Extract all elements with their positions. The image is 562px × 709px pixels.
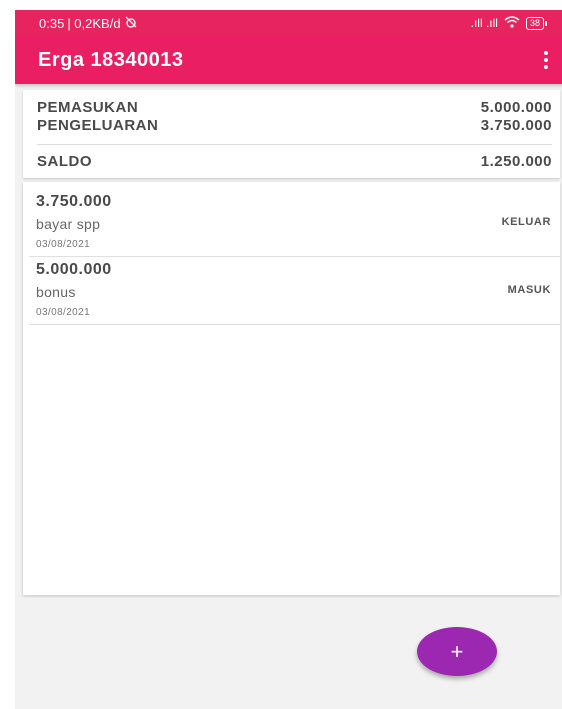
status-net-speed: | 0,2KB/d	[67, 15, 121, 31]
transaction-date: 03/08/2021	[36, 307, 91, 318]
transaction-description: bonus	[36, 284, 76, 300]
balance-label: SALDO	[37, 153, 92, 170]
alarm-off-icon	[124, 16, 138, 31]
list-divider	[29, 324, 560, 325]
status-time: 0:35	[39, 15, 65, 31]
transaction-list: 3.750.000 bayar spp 03/08/2021 KELUAR 5.…	[23, 182, 560, 595]
menu-dot	[544, 51, 548, 55]
expense-value: 3.750.000	[480, 117, 552, 134]
app-title: Erga 18340013	[38, 48, 184, 71]
transaction-amount: 5.000.000	[36, 261, 112, 278]
transaction-date: 03/08/2021	[36, 239, 91, 250]
app-bar: Erga 18340013	[15, 36, 562, 84]
signal-icon: .ıll .ıll	[470, 16, 498, 30]
income-value: 5.000.000	[480, 99, 552, 116]
wifi-icon	[504, 15, 520, 31]
balance-row: SALDO 1.250.000	[37, 153, 552, 171]
expense-row: PENGELUARAN 3.750.000	[37, 117, 552, 135]
transaction-description: bayar spp	[36, 216, 101, 232]
transaction-type: MASUK	[507, 284, 551, 296]
status-left: 0:35 | 0,2KB/d	[39, 16, 138, 31]
menu-dot	[544, 65, 548, 69]
summary-divider	[37, 144, 552, 145]
income-row: PEMASUKAN 5.000.000	[37, 99, 552, 117]
add-icon: +	[450, 638, 464, 664]
balance-value: 1.250.000	[480, 153, 552, 170]
transaction-amount: 3.750.000	[36, 193, 112, 210]
add-transaction-button[interactable]: +	[417, 627, 497, 676]
status-right: .ıll .ıll 38	[470, 15, 548, 31]
status-bar: 0:35 | 0,2KB/d .ıll .ıll 38	[15, 10, 562, 36]
expense-label: PENGELUARAN	[37, 117, 159, 134]
phone-screen: 0:35 | 0,2KB/d .ıll .ıll 38 Erga 1834001…	[15, 10, 562, 709]
menu-dot	[544, 58, 548, 62]
list-item[interactable]: 3.750.000 bayar spp 03/08/2021 KELUAR	[23, 192, 560, 254]
overflow-menu-icon[interactable]	[538, 47, 554, 73]
list-item[interactable]: 5.000.000 bonus 03/08/2021 MASUK	[23, 260, 560, 322]
list-divider	[29, 256, 560, 257]
battery-icon: 38	[525, 16, 548, 30]
income-label: PEMASUKAN	[37, 99, 139, 116]
summary-card: PEMASUKAN 5.000.000 PENGELUARAN 3.750.00…	[23, 90, 560, 178]
transaction-type: KELUAR	[501, 216, 551, 228]
